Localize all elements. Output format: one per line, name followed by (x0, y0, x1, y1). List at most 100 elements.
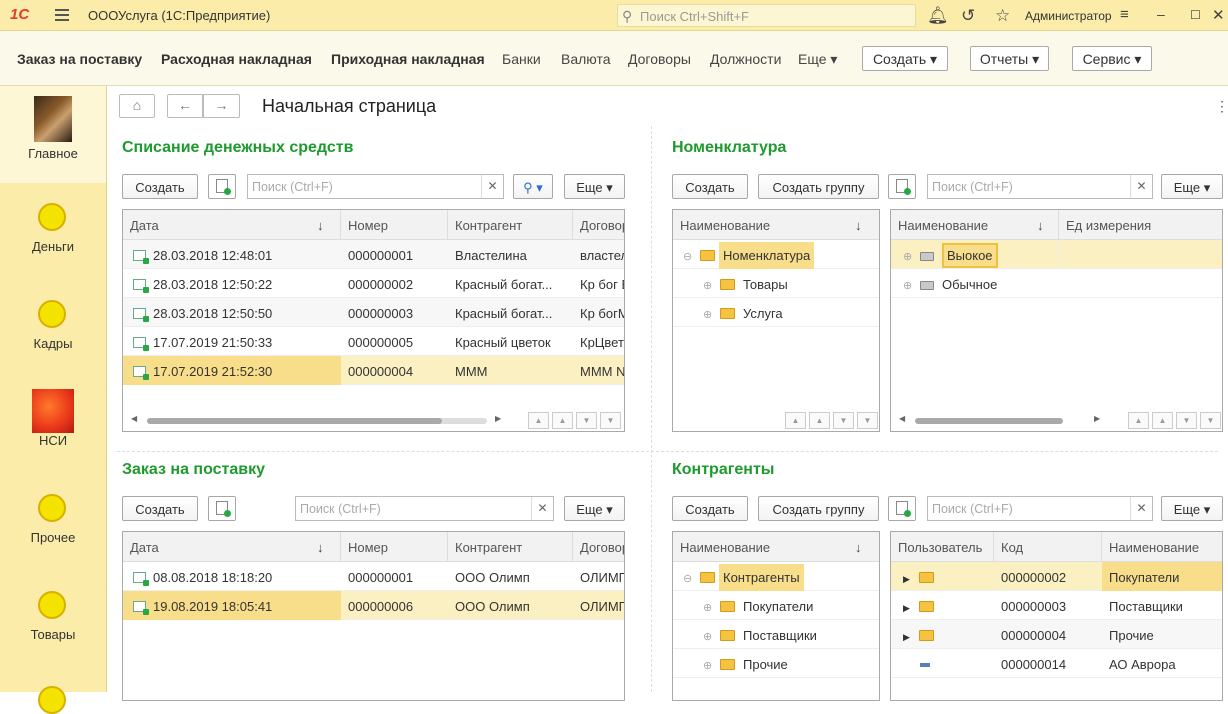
payments-copy-button[interactable] (208, 174, 236, 199)
section-positions[interactable]: Должности (710, 51, 781, 67)
payments-find-button[interactable]: ⚲ ▾ (513, 174, 553, 199)
expand-arrow-icon[interactable]: ▶ (903, 603, 913, 614)
collapse-icon[interactable]: ⊖ (683, 250, 693, 263)
expand-arrow-icon[interactable]: ▶ (903, 632, 913, 643)
table-row[interactable]: 28.03.2018 12:50:22 000000002 Красный бога… (123, 269, 624, 298)
history-icon[interactable]: ↺ (961, 6, 975, 26)
column-date[interactable]: Дата (123, 532, 341, 562)
contractors-title[interactable]: Контрагенты (672, 461, 774, 479)
create-menu-button[interactable]: Создать ▾ (862, 46, 948, 71)
list-row[interactable]: ▶ 000000004 Прочие (891, 620, 1222, 649)
forward-button[interactable]: → (203, 94, 240, 118)
tree-row[interactable]: ⊖ Номенклатура (673, 240, 879, 269)
sidebar-item-other[interactable]: Прочее (0, 474, 106, 571)
section-banks[interactable]: Банки (502, 51, 541, 67)
nomenclature-create-group-button[interactable]: Создать группу (758, 174, 879, 199)
section-order[interactable]: Заказ на поставку (17, 51, 142, 67)
section-more[interactable]: Еще ▾ (798, 51, 837, 68)
page-down-icon[interactable]: ▼ (833, 412, 854, 429)
scroll-left-icon[interactable]: ◀ (899, 414, 905, 423)
column-contractor[interactable]: Контрагент (448, 210, 573, 240)
maximize-icon[interactable]: ☐ (1190, 8, 1201, 22)
orders-copy-button[interactable] (208, 496, 236, 521)
go-first-icon[interactable]: ▲ (1128, 412, 1149, 429)
user-name[interactable]: Администратор (1025, 9, 1112, 23)
scrollbar-thumb[interactable] (915, 418, 1063, 424)
go-first-icon[interactable]: ▲ (785, 412, 806, 429)
more-actions-icon[interactable]: ⋮ (1215, 98, 1228, 115)
tree-row[interactable]: ⊕ Покупатели (673, 591, 879, 620)
table-row[interactable]: 28.03.2018 12:50:50 000000003 Красный бога… (123, 298, 624, 327)
nomenclature-search-input[interactable]: Поиск (Ctrl+F) ✕ (927, 174, 1153, 199)
column-number[interactable]: Номер (341, 210, 448, 240)
page-down-icon[interactable]: ▼ (576, 412, 597, 429)
nomenclature-more-button[interactable]: Еще ▾ (1161, 174, 1223, 199)
contractors-create-group-button[interactable]: Создать группу (758, 496, 879, 521)
payments-more-button[interactable]: Еще ▾ (564, 174, 625, 199)
sidebar-item-money[interactable]: Деньги (0, 183, 106, 280)
sidebar-item-nsi[interactable]: НСИ (0, 377, 106, 474)
column-number[interactable]: Номер (341, 532, 448, 562)
close-icon[interactable]: ✕ (1212, 6, 1225, 24)
tree-row[interactable]: ⊖ Контрагенты (673, 562, 879, 591)
orders-title[interactable]: Заказ на поставку (122, 461, 265, 479)
page-up-icon[interactable]: ▲ (1152, 412, 1173, 429)
sidebar-item-staff[interactable]: Кадры (0, 280, 106, 377)
column-name[interactable]: Наименование (891, 210, 1059, 240)
table-row[interactable]: 08.08.2018 18:18:20 000000001 ООО Олимп ОЛИ… (123, 562, 624, 591)
home-button[interactable]: ⌂ (119, 94, 155, 118)
minimize-icon[interactable]: – (1157, 6, 1165, 22)
clear-icon[interactable]: ✕ (1130, 497, 1152, 520)
table-row[interactable]: 28.03.2018 12:48:01 000000001 Властелина вл… (123, 240, 624, 269)
table-row[interactable]: 17.07.2019 21:52:30 000000004 МММ МММ N (123, 356, 624, 385)
payments-create-button[interactable]: Создать (122, 174, 198, 199)
go-last-icon[interactable]: ▼ (1200, 412, 1221, 429)
table-row[interactable]: 17.07.2019 21:50:33 000000005 Красный цвет… (123, 327, 624, 356)
column-name[interactable]: Наименование (673, 210, 879, 240)
scroll-left-icon[interactable]: ◀ (131, 414, 137, 423)
bell-icon[interactable]: 🔔︎ (927, 6, 949, 26)
column-code[interactable]: Код (994, 532, 1102, 562)
contractors-copy-button[interactable] (888, 496, 916, 521)
scrollbar-thumb[interactable] (147, 418, 442, 424)
list-row[interactable]: ⊕ Выокое (891, 240, 1222, 269)
payments-search-input[interactable]: Поиск (Ctrl+F) ✕ (247, 174, 504, 199)
column-contract[interactable]: Договор (573, 210, 624, 240)
column-date[interactable]: Дата (123, 210, 341, 240)
global-search-input[interactable]: ⚲ Поиск Ctrl+Shift+F (617, 4, 916, 27)
page-up-icon[interactable]: ▲ (552, 412, 573, 429)
expand-icon[interactable]: ⊕ (903, 279, 913, 292)
table-row[interactable]: 19.08.2019 18:05:41 000000006 ООО Олимп ОЛИ… (123, 591, 624, 620)
expand-icon[interactable]: ⊕ (703, 630, 713, 643)
contractors-tree[interactable]: Наименование ↓ ⊖ Контрагенты ⊕ Покупатели … (672, 531, 880, 701)
orders-table[interactable]: Дата ↓ Номер Контрагент Договор 08.08.20… (122, 531, 625, 701)
column-contractor[interactable]: Контрагент (448, 532, 573, 562)
scroll-right-icon[interactable]: ▶ (1094, 414, 1100, 423)
tree-row[interactable]: ⊕ Услуга (673, 298, 879, 327)
section-currency[interactable]: Валюта (561, 51, 611, 67)
expand-arrow-icon[interactable]: ▶ (903, 574, 913, 585)
clear-icon[interactable]: ✕ (531, 497, 553, 520)
column-unit[interactable]: Ед измерения (1059, 210, 1222, 240)
section-receipt-invoice[interactable]: Приходная накладная (331, 51, 485, 67)
service-menu-button[interactable]: Сервис ▾ (1072, 46, 1152, 71)
list-row[interactable]: ▶ 000000002 Покупатели (891, 562, 1222, 591)
clear-icon[interactable]: ✕ (1130, 175, 1152, 198)
scroll-right-icon[interactable]: ▶ (495, 414, 501, 423)
column-contract[interactable]: Договор (573, 532, 624, 562)
payments-title[interactable]: Списание денежных средств (122, 139, 353, 157)
settings-menu-icon[interactable]: ≡ (1120, 6, 1129, 23)
back-button[interactable]: ← (167, 94, 203, 118)
expand-icon[interactable]: ⊕ (703, 659, 713, 672)
column-user[interactable]: Пользователь (891, 532, 994, 562)
page-up-icon[interactable]: ▲ (809, 412, 830, 429)
list-row[interactable]: ▶ 000000003 Поставщики (891, 591, 1222, 620)
nomenclature-copy-button[interactable] (888, 174, 916, 199)
expand-icon[interactable]: ⊕ (903, 250, 913, 263)
orders-create-button[interactable]: Создать (122, 496, 198, 521)
go-last-icon[interactable]: ▼ (600, 412, 621, 429)
nomenclature-list[interactable]: Наименование ↓ Ед измерения ⊕ Выокое ⊕ Обы… (890, 209, 1223, 432)
payments-table[interactable]: Дата ↓ Номер Контрагент Договор 28.03.20… (122, 209, 625, 432)
main-menu-icon[interactable] (55, 9, 69, 24)
tree-row[interactable]: ⊕ Поставщики (673, 620, 879, 649)
